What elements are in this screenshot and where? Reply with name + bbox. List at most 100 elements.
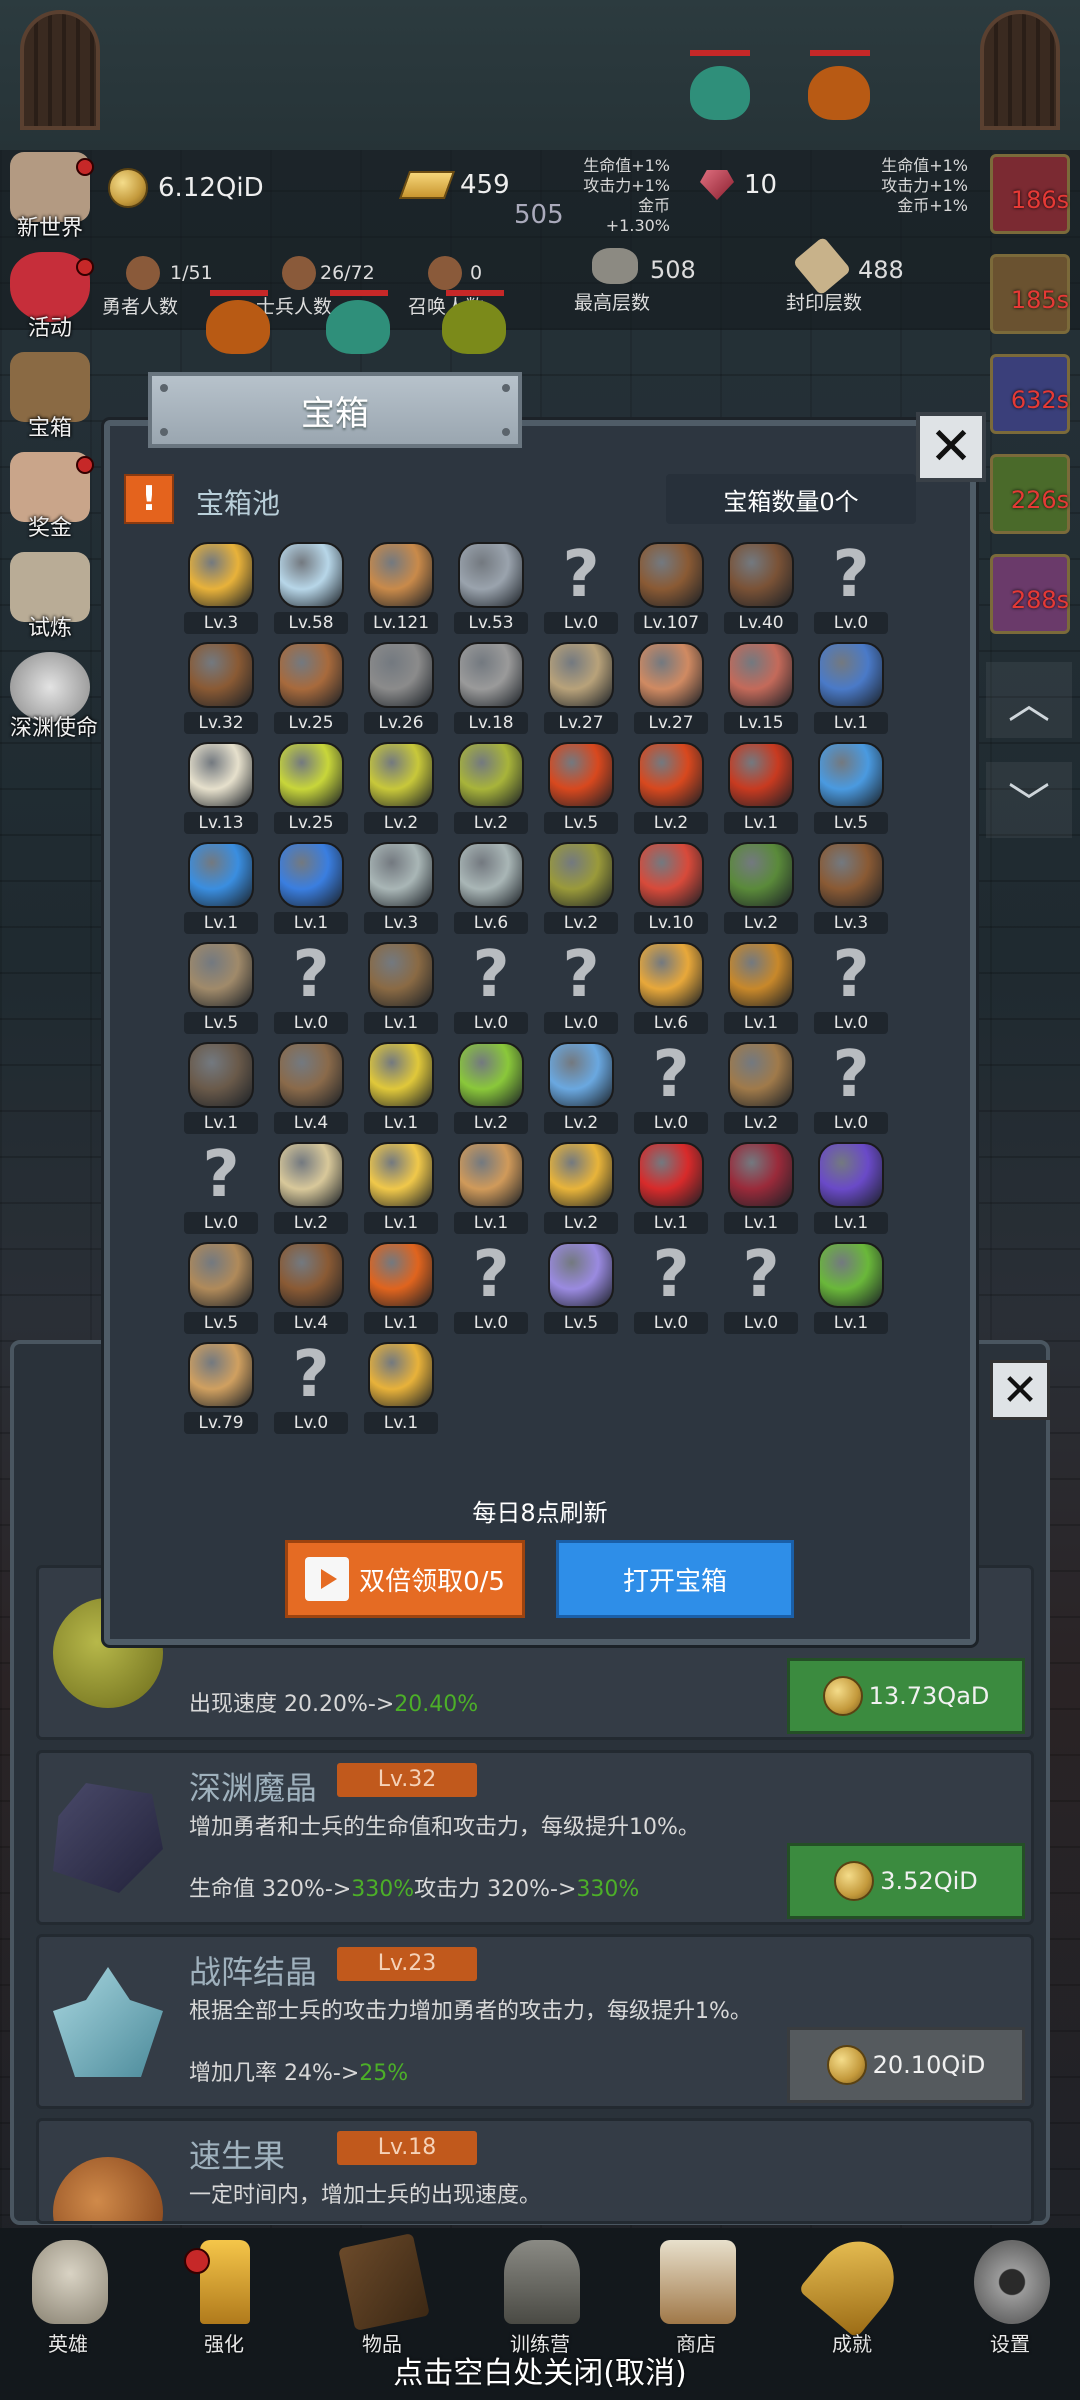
upgrade-buy-button[interactable]: 20.10QiD [787,2027,1025,2103]
chest-item[interactable]: Lv.18 [454,640,528,738]
chest-item[interactable]: ? Lv.0 [814,540,888,638]
upgrade-buy-button[interactable]: 3.52QiD [787,1843,1025,1919]
chest-item[interactable]: Lv.107 [634,540,708,638]
sealed-floor-label: 封印层数 [786,292,863,314]
chest-item[interactable]: Lv.1 [274,840,348,938]
upgrade-panel-close-button[interactable]: ✕ [990,1360,1050,1420]
chest-item[interactable]: Lv.1 [634,1140,708,1238]
chest-item[interactable]: Lv.5 [184,940,258,1038]
chest-item[interactable]: ? Lv.0 [634,1240,708,1338]
chest-item[interactable]: Lv.13 [184,740,258,838]
chest-item[interactable]: ? Lv.0 [544,940,618,1038]
chest-item[interactable]: ? Lv.0 [634,1040,708,1138]
chest-item[interactable]: Lv.3 [814,840,888,938]
menu-events[interactable]: 活动 [4,252,96,342]
chest-item[interactable]: Lv.2 [724,840,798,938]
menu-label: 宝箱 [27,416,72,441]
alert-icon[interactable]: ! [124,474,174,524]
chest-item[interactable]: Lv.1 [364,1240,438,1338]
unknown-icon: ? [292,1338,330,1412]
chest-item[interactable]: Lv.1 [184,840,258,938]
chest-item[interactable]: Lv.25 [274,640,348,738]
menu-abyss-mission[interactable]: 深渊使命 [4,652,104,742]
chest-item[interactable]: Lv.5 [544,1240,618,1338]
chest-item[interactable]: Lv.32 [184,640,258,738]
refresh-note: 每日8点刷新 [472,1499,608,1527]
upgrade-buy-button[interactable]: 13.73QaD [787,1658,1025,1734]
chest-item[interactable]: Lv.26 [364,640,438,738]
chest-item[interactable]: Lv.1 [364,940,438,1038]
chest-item[interactable]: Lv.2 [364,740,438,838]
chest-item[interactable]: Lv.1 [364,1340,438,1438]
menu-new-world[interactable]: 新世界 [4,152,96,242]
chest-item[interactable]: Lv.1 [454,1140,528,1238]
double-claim-button[interactable]: 双倍领取0/5 [285,1540,525,1618]
chest-item[interactable]: Lv.3 [364,840,438,938]
chest-item[interactable]: Lv.1 [364,1040,438,1138]
chest-item[interactable]: Lv.1 [724,940,798,1038]
chest-item[interactable]: Lv.6 [454,840,528,938]
chest-item[interactable]: Lv.53 [454,540,528,638]
chest-item[interactable]: ? Lv.0 [724,1240,798,1338]
bonus-left: 生命值+1% 攻击力+1% 金币+1.30% [574,156,670,236]
chest-item[interactable]: Lv.25 [274,740,348,838]
item-level: Lv.6 [634,1012,708,1034]
chest-item[interactable]: Lv.2 [544,1140,618,1238]
open-chest-button[interactable]: 打开宝箱 [556,1540,794,1618]
menu-chest[interactable]: 宝箱 [4,352,96,442]
menu-trial[interactable]: 试炼 [4,552,96,642]
chest-item[interactable]: Lv.6 [634,940,708,1038]
chest-item[interactable]: Lv.5 [544,740,618,838]
chest-item[interactable]: ? Lv.0 [274,1340,348,1438]
nav-items[interactable]: 物品 [322,2233,442,2360]
chest-item[interactable]: Lv.27 [544,640,618,738]
scroll-down-button[interactable]: ﹀ [986,762,1072,838]
chest-item[interactable]: ? Lv.0 [544,540,618,638]
chest-item[interactable]: Lv.2 [634,740,708,838]
red-orb-icon [638,1142,704,1208]
chest-item[interactable]: Lv.1 [364,1140,438,1238]
nav-shop[interactable]: 商店 [636,2240,756,2360]
chest-item[interactable]: Lv.2 [454,740,528,838]
chest-item[interactable]: ? Lv.0 [814,1040,888,1138]
chest-item[interactable]: ? Lv.0 [454,1240,528,1338]
chest-item[interactable]: Lv.79 [184,1340,258,1438]
chest-item[interactable]: Lv.5 [184,1240,258,1338]
chest-item[interactable]: ? Lv.0 [454,940,528,1038]
chest-item[interactable]: Lv.2 [724,1040,798,1138]
chest-item[interactable]: Lv.1 [814,640,888,738]
chest-item[interactable]: Lv.1 [184,1040,258,1138]
chest-item[interactable]: Lv.2 [454,1040,528,1138]
chest-item[interactable]: Lv.58 [274,540,348,638]
blue-sack-icon [818,642,884,708]
scroll-up-button[interactable]: ︿ [986,662,1072,738]
chest-item[interactable]: Lv.121 [364,540,438,638]
chest-item[interactable]: Lv.27 [634,640,708,738]
chest-item[interactable]: Lv.4 [274,1040,348,1138]
chest-item[interactable]: Lv.2 [274,1140,348,1238]
chest-item[interactable]: Lv.4 [274,1240,348,1338]
chest-item[interactable]: ? Lv.0 [184,1140,258,1238]
chest-item[interactable]: Lv.15 [724,640,798,738]
chest-item[interactable]: Lv.1 [724,1140,798,1238]
chest-item[interactable]: ? Lv.0 [814,940,888,1038]
nav-heroes[interactable]: 英雄 [8,2240,128,2360]
menu-bonus[interactable]: 奖金 [4,452,96,542]
item-level: Lv.0 [274,1412,348,1434]
chest-item[interactable]: Lv.1 [724,740,798,838]
nav-enhance[interactable]: 强化 [164,2240,284,2360]
chest-item[interactable]: Lv.3 [184,540,258,638]
modal-close-button[interactable]: ✕ [916,412,986,482]
chest-item[interactable]: Lv.10 [634,840,708,938]
chest-item[interactable]: Lv.1 [814,1140,888,1238]
nav-settings[interactable]: 设置 [950,2240,1070,2360]
nav-training-camp[interactable]: 训练营 [480,2240,600,2360]
chest-item[interactable]: Lv.1 [814,1240,888,1338]
chest-item[interactable]: ? Lv.0 [274,940,348,1038]
nav-achievements[interactable]: 成就 [792,2225,912,2360]
chest-item[interactable]: Lv.2 [544,1040,618,1138]
chest-item[interactable]: Lv.5 [814,740,888,838]
chest-item[interactable]: Lv.40 [724,540,798,638]
chest-item[interactable]: Lv.2 [544,840,618,938]
hammer-icon [458,642,524,708]
